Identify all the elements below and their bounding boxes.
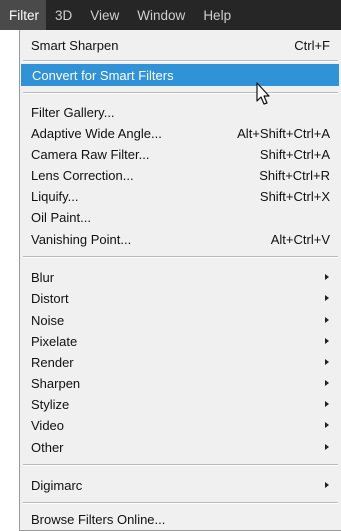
submenu-arrow-icon xyxy=(325,401,329,407)
menu-item-shortcut: Alt+Shift+Ctrl+A xyxy=(237,125,330,141)
submenu-arrow-icon xyxy=(325,274,329,280)
submenu-arrow-icon xyxy=(325,444,329,450)
menu-item-label: Render xyxy=(31,354,74,370)
menu-item-label: Vanishing Point... xyxy=(31,231,132,247)
menu-item-stylize[interactable]: Stylize xyxy=(20,393,341,415)
menu-item-shortcut: Shift+Ctrl+R xyxy=(259,167,330,183)
menu-item-lens-correction[interactable]: Lens Correction... Shift+Ctrl+R xyxy=(20,164,341,186)
menu-item-sharpen[interactable]: Sharpen xyxy=(20,372,341,394)
menu-item-label: Browse Filters Online... xyxy=(31,511,166,527)
menu-item-blur[interactable]: Blur xyxy=(20,266,341,288)
menu-item-adaptive-wide-angle[interactable]: Adaptive Wide Angle... Alt+Shift+Ctrl+A xyxy=(20,122,341,144)
menu-item-label: Convert for Smart Filters xyxy=(32,67,174,83)
menu-item-label: Other xyxy=(31,439,64,455)
submenu-arrow-icon xyxy=(325,422,329,428)
menu-item-shortcut: Alt+Ctrl+V xyxy=(270,231,330,247)
menu-item-label: Camera Raw Filter... xyxy=(31,146,150,162)
menubar-filter[interactable]: Filter xyxy=(0,0,46,30)
menu-item-label: Liquify... xyxy=(31,188,79,204)
menu-item-label: Distort xyxy=(31,290,69,306)
submenu-arrow-icon xyxy=(325,482,329,488)
menu-item-browse-filters-online[interactable]: Browse Filters Online... xyxy=(20,508,341,530)
menu-item-vanishing-point[interactable]: Vanishing Point... Alt+Ctrl+V xyxy=(20,228,341,250)
menubar-view[interactable]: View xyxy=(81,0,128,30)
menu-item-filter-gallery[interactable]: Filter Gallery... xyxy=(20,101,341,123)
submenu-arrow-icon xyxy=(325,317,329,323)
menu-separator xyxy=(23,92,338,94)
menubar-help[interactable]: Help xyxy=(194,0,240,30)
submenu-arrow-icon xyxy=(325,295,329,301)
menu-item-other[interactable]: Other xyxy=(20,436,341,458)
menu-bar: Filter 3D View Window Help xyxy=(0,0,341,30)
menu-item-video[interactable]: Video xyxy=(20,414,341,436)
menu-item-label: Pixelate xyxy=(31,333,78,349)
menu-item-shortcut: Shift+Ctrl+A xyxy=(259,146,330,162)
menu-item-shortcut: Shift+Ctrl+X xyxy=(259,188,330,204)
menu-separator xyxy=(23,502,338,504)
menu-item-label: Video xyxy=(31,417,65,433)
menu-item-label: Lens Correction... xyxy=(31,167,134,183)
menubar-3d[interactable]: 3D xyxy=(46,0,81,30)
menu-separator xyxy=(23,464,338,466)
menu-item-digimarc[interactable]: Digimarc xyxy=(20,474,341,496)
menu-item-label: Smart Sharpen xyxy=(31,37,119,53)
submenu-arrow-icon xyxy=(325,359,329,365)
menu-item-label: Digimarc xyxy=(31,477,83,493)
menu-item-label: Stylize xyxy=(31,396,70,412)
menu-item-distort[interactable]: Distort xyxy=(20,287,341,309)
menu-item-camera-raw-filter[interactable]: Camera Raw Filter... Shift+Ctrl+A xyxy=(20,143,341,165)
menubar-window[interactable]: Window xyxy=(128,0,194,30)
menu-item-label: Filter Gallery... xyxy=(31,104,115,120)
menu-item-label: Oil Paint... xyxy=(31,209,91,225)
menu-item-shortcut: Ctrl+F xyxy=(294,37,330,53)
menu-item-label: Blur xyxy=(31,269,55,285)
menu-item-liquify[interactable]: Liquify... Shift+Ctrl+X xyxy=(20,185,341,207)
menu-item-smart-sharpen[interactable]: Smart Sharpen Ctrl+F xyxy=(20,34,341,56)
menu-separator xyxy=(23,256,338,258)
submenu-arrow-icon xyxy=(325,338,329,344)
menu-item-pixelate[interactable]: Pixelate xyxy=(20,330,341,352)
menu-item-label: Sharpen xyxy=(31,375,81,391)
menu-item-render[interactable]: Render xyxy=(20,351,341,373)
menu-item-label: Adaptive Wide Angle... xyxy=(31,125,162,141)
arrow-pointer-icon xyxy=(256,82,270,105)
menu-item-label: Noise xyxy=(31,312,65,328)
menu-separator xyxy=(23,60,338,62)
menu-item-convert-for-smart-filters[interactable]: Convert for Smart Filters xyxy=(21,64,339,86)
menu-item-noise[interactable]: Noise xyxy=(20,309,341,331)
menu-item-oil-paint[interactable]: Oil Paint... xyxy=(20,206,341,228)
filter-dropdown-menu: Smart Sharpen Ctrl+F Convert for Smart F… xyxy=(19,30,341,531)
submenu-arrow-icon xyxy=(325,380,329,386)
